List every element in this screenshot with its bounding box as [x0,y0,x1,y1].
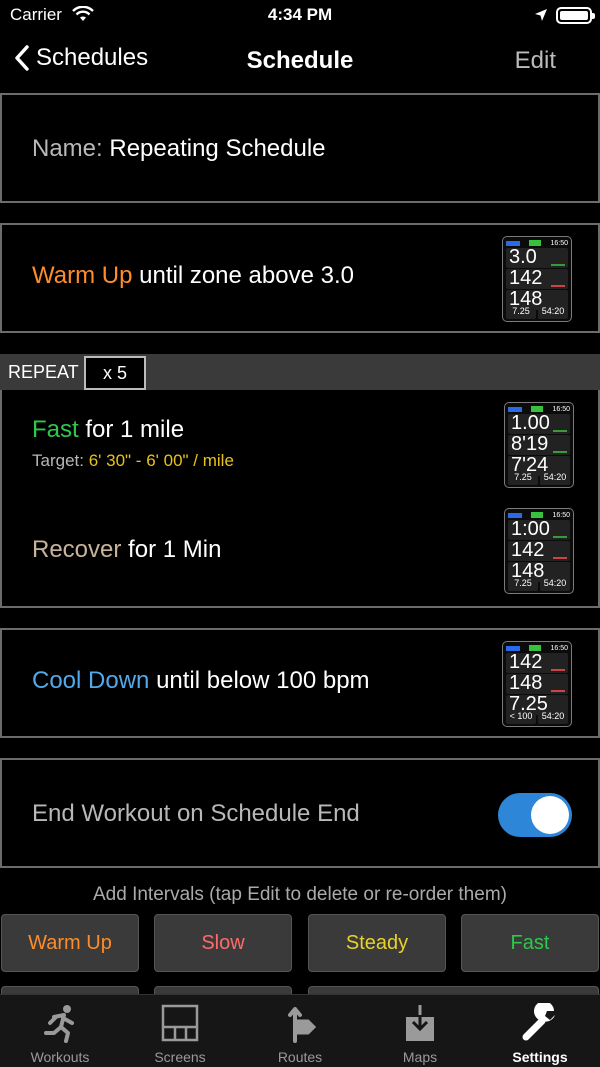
runner-icon [44,1005,74,1043]
target-value: 6' 30" - 6' 00" / mile [88,451,234,470]
add-intervals-hint: Add Intervals (tap Edit to delete or re-… [93,884,507,905]
edit-button[interactable]: Edit [515,47,556,75]
interval-detail: until below 100 bpm [156,667,370,694]
interval-detail: for 1 Min [128,536,222,563]
tab-maps[interactable]: Maps [360,995,480,1067]
repeat-label: REPEAT [8,362,79,382]
tab-routes[interactable]: Routes [240,995,360,1067]
watch-screen-preview: 16:50 1:00 142 148 7.25 54:20 [504,508,574,594]
download-box-icon [406,1005,434,1041]
tab-label: Screens [154,1049,206,1065]
interval-row-cooldown[interactable]: Cool Down until below 100 bpm 16:50 142 … [0,628,600,738]
add-fast-button[interactable]: Fast [461,914,599,972]
interval-row-recover[interactable]: Recover for 1 Min 16:50 1:00 142 148 7.2… [2,496,598,604]
tab-screens[interactable]: Screens [120,995,240,1067]
interval-type: Cool Down [32,667,150,694]
end-workout-label: End Workout on Schedule End [32,800,360,827]
watch-screen-preview: 16:50 3.0 142 148 7.25 54:20 [502,236,572,322]
tab-label: Settings [512,1049,568,1065]
interval-row-warmup[interactable]: Warm Up until zone above 3.0 16:50 3.0 1… [0,223,600,333]
clock: 4:34 PM [267,5,333,24]
repeat-header: REPEAT x 5 [0,354,600,390]
interval-type: Recover [32,536,122,563]
location-arrow-icon [534,8,548,27]
add-warmup-button[interactable]: Warm Up [1,914,139,972]
interval-detail: until zone above 3.0 [139,262,354,289]
interval-row-fast[interactable]: Fast for 1 mile Target: 6' 30" - 6' 00" … [2,390,598,496]
watch-screen-preview: 16:50 142 148 7.25 < 100 54:20 [502,641,572,727]
toggle-knob [531,796,569,834]
name-value: Repeating Schedule [109,135,326,162]
screens-grid-icon [161,1004,199,1042]
repeat-group: Fast for 1 mile Target: 6' 30" - 6' 00" … [0,390,600,608]
tab-workouts[interactable]: Workouts [0,995,120,1067]
navigation-bar: Schedules Schedule Edit [0,32,600,90]
wrench-icon [522,1003,555,1041]
watch-screen-preview: 16:50 1.00 8'19 7'24 7.25 54:20 [504,402,574,488]
target-label: Target: [32,451,84,470]
status-bar: Carrier 4:34 PM [0,0,600,32]
tab-settings[interactable]: Settings [480,995,600,1067]
tab-bar: Workouts Screens Routes Maps Settings [0,994,600,1067]
schedule-name-cell[interactable]: Name: Repeating Schedule [0,93,600,203]
name-label: Name: [32,135,103,162]
route-sign-icon [288,1007,317,1043]
interval-detail: for 1 mile [85,416,185,443]
interval-type: Fast [32,416,79,443]
tab-label: Routes [277,1049,323,1065]
interval-type: Warm Up [32,262,133,289]
battery-icon [556,7,595,24]
end-workout-cell: End Workout on Schedule End [0,758,600,868]
repeat-count-button[interactable]: x 5 [84,356,146,390]
add-steady-button[interactable]: Steady [308,914,446,972]
tab-label: Workouts [30,1049,90,1065]
end-workout-toggle[interactable] [498,793,572,837]
add-slow-button[interactable]: Slow [154,914,292,972]
page-title: Schedule [246,47,354,74]
tab-label: Maps [402,1049,438,1065]
